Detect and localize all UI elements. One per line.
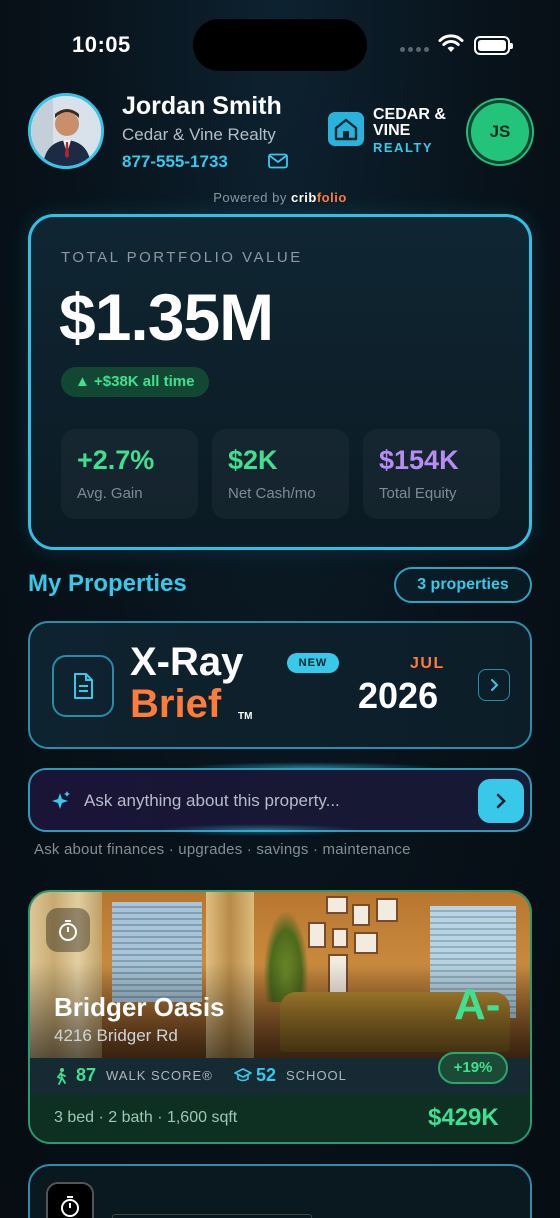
portfolio-label: TOTAL PORTFOLIO VALUE — [61, 249, 303, 266]
brief-year: 2026 — [358, 675, 439, 716]
walk-score-label: WALK SCORE® — [106, 1068, 213, 1083]
user-avatar-button[interactable]: JS — [468, 100, 532, 164]
timer-icon[interactable] — [46, 908, 90, 952]
stat-label: Avg. Gain — [77, 485, 143, 502]
signal-icon — [400, 47, 429, 52]
agent-header: Jordan Smith Cedar & Vine Realty 877-555… — [28, 92, 532, 172]
property-price: $429K — [428, 1104, 499, 1131]
stat-net-cash: $2K Net Cash/mo — [212, 429, 349, 519]
chevron-right-icon[interactable] — [478, 669, 510, 701]
specs-bar: 3 bed · 2 bath · 1,600 sqft $429K — [30, 1094, 530, 1142]
placeholder-bar — [112, 1214, 312, 1218]
stat-label: Total Equity — [379, 485, 457, 502]
section-title: My Properties — [28, 570, 187, 597]
chevron-right-icon — [496, 793, 506, 809]
property-name: Bridger Oasis — [54, 992, 225, 1022]
stat-label: Net Cash/mo — [228, 485, 316, 502]
brand-logo — [328, 112, 364, 146]
powered-by-brand-b: folio — [316, 190, 347, 205]
send-button[interactable] — [478, 779, 524, 823]
stat-avg-gain: +2.7% Avg. Gain — [61, 429, 198, 519]
document-icon — [52, 655, 114, 717]
property-photo: Bridger Oasis 4216 Bridger Rd A- — [30, 892, 530, 1058]
sparkle-icon — [52, 791, 70, 809]
wifi-icon — [438, 34, 464, 52]
mail-icon[interactable] — [268, 153, 288, 169]
xray-subtitle: Brief — [130, 682, 222, 726]
property-card[interactable] — [28, 1164, 532, 1218]
dynamic-island — [193, 19, 367, 71]
properties-count-badge[interactable]: 3 properties — [394, 567, 532, 603]
brand-name: CEDAR & VINE — [373, 106, 446, 139]
home-icon — [334, 118, 358, 141]
xray-brief-card[interactable]: X-Ray Brief TM NEW JUL 2026 — [28, 621, 532, 749]
stat-value: $154K — [379, 445, 459, 475]
school-score-value: 52 — [256, 1065, 277, 1085]
growth-badge: +19% — [438, 1052, 508, 1084]
graduation-cap-icon — [234, 1068, 252, 1082]
ask-hint: Ask about finances · upgrades · savings … — [34, 841, 411, 858]
brand-subtitle: REALTY — [373, 140, 434, 155]
battery-icon — [474, 36, 513, 55]
walk-score-value: 87 — [76, 1065, 97, 1085]
property-card[interactable]: Bridger Oasis 4216 Bridger Rd A- 87 WALK… — [28, 890, 532, 1144]
portfolio-change-badge: ▲ +$38K all time — [61, 367, 209, 397]
agent-avatar[interactable] — [28, 93, 104, 169]
agent-company: Cedar & Vine Realty — [122, 125, 276, 144]
portfolio-summary-card: TOTAL PORTFOLIO VALUE $1.35M ▲ +$38K all… — [28, 214, 532, 550]
property-grade: A- — [454, 980, 501, 1029]
walk-icon — [56, 1068, 66, 1085]
powered-by: Powered by cribfolio — [0, 190, 560, 205]
ask-input[interactable] — [84, 788, 464, 814]
ask-bar — [28, 768, 532, 832]
timer-icon[interactable] — [46, 1182, 94, 1218]
trademark: TM — [238, 711, 253, 722]
school-score-label: SCHOOL — [286, 1068, 347, 1083]
status-time: 10:05 — [72, 32, 131, 57]
brief-month: JUL — [410, 655, 445, 672]
property-specs: 3 bed · 2 bath · 1,600 sqft — [54, 1109, 238, 1126]
agent-name: Jordan Smith — [122, 92, 282, 120]
status-bar: 10:05 — [0, 0, 560, 90]
new-badge: NEW — [287, 653, 339, 673]
stat-value: $2K — [228, 445, 278, 475]
stat-value: +2.7% — [77, 445, 155, 475]
powered-by-brand-a: crib — [291, 190, 317, 205]
xray-title: X-Ray — [130, 640, 244, 684]
property-address: 4216 Bridger Rd — [54, 1026, 178, 1045]
portfolio-value: $1.35M — [59, 280, 274, 354]
powered-by-prefix: Powered by — [213, 190, 287, 205]
stat-total-equity: $154K Total Equity — [363, 429, 500, 519]
glow-decoration — [160, 824, 360, 836]
agent-phone-link[interactable]: 877-555-1733 — [122, 152, 228, 172]
